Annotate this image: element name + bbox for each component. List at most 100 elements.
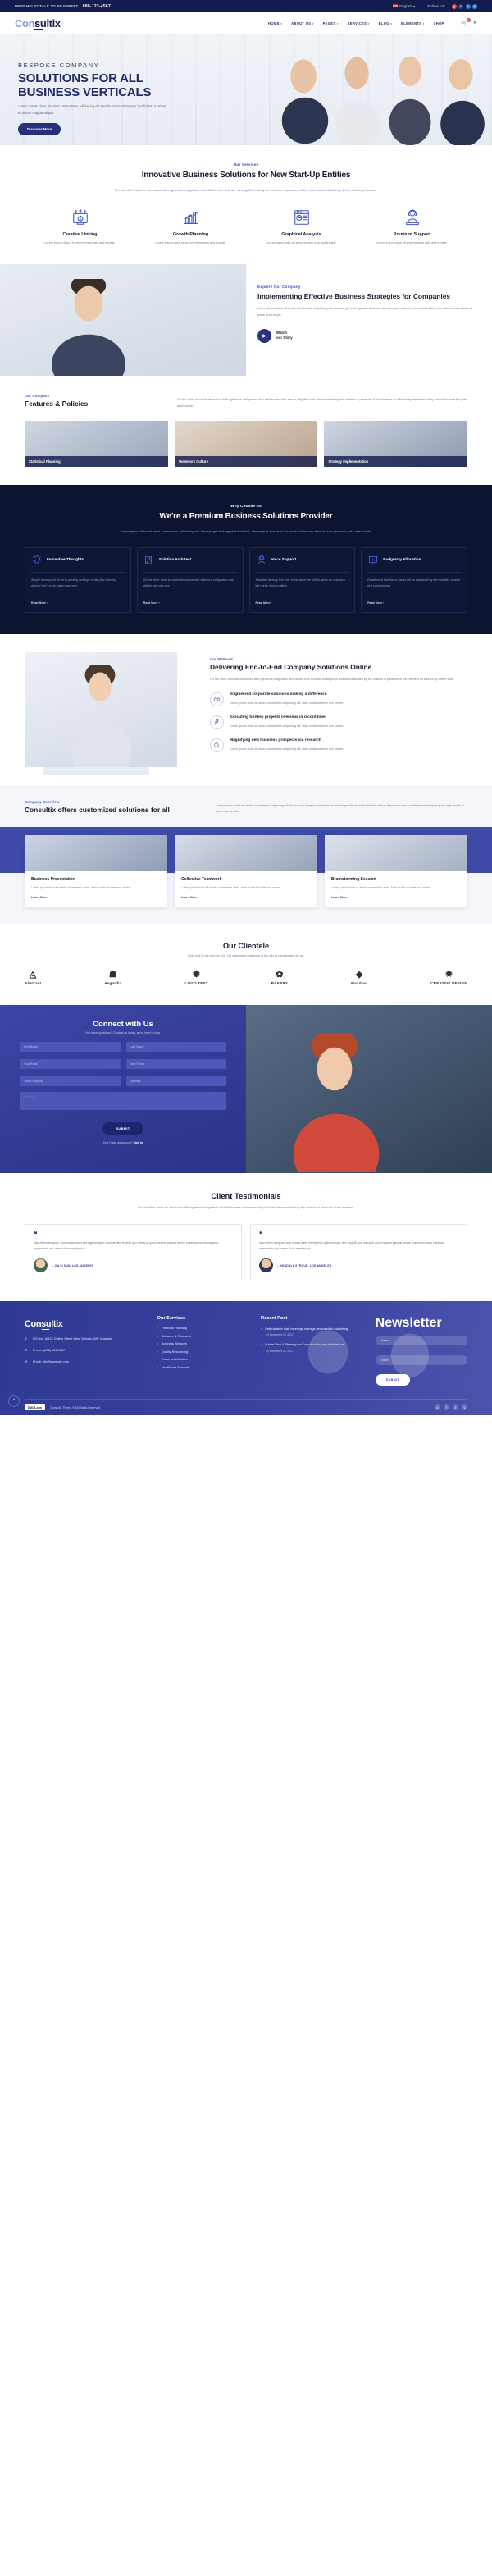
nav-item-home[interactable]: HOME <box>268 21 282 25</box>
footer-service-link[interactable]: Travel and Aviation <box>157 1358 249 1361</box>
newsletter-submit-button[interactable]: SUBMIT <box>375 1374 411 1386</box>
language-selector[interactable]: English ▾ <box>393 4 415 8</box>
footer-service-link[interactable]: Software & Research <box>157 1335 249 1338</box>
footer-service-link[interactable]: Quality Resourcing <box>157 1350 249 1354</box>
magnifier-icon <box>210 738 224 752</box>
client-logo[interactable]: ◆ Maxdino <box>351 970 368 985</box>
footer-phone[interactable]: ✆ Phone: (888) 123-4567 <box>25 1348 146 1354</box>
vimeo-icon[interactable]: v <box>472 3 477 9</box>
footer-socials: g f t v <box>435 1404 467 1411</box>
learn-more-link[interactable]: Learn More › <box>181 896 311 899</box>
overview-card[interactable]: Brainstorming Session Lorem ipsum dolor … <box>325 835 467 907</box>
cart-icon[interactable]: 🛒 0 <box>461 18 471 26</box>
client-logo-mark: ✺ <box>192 969 201 980</box>
avatar <box>259 1258 273 1273</box>
footer-service-link[interactable]: Healthcare Services <box>157 1366 249 1369</box>
dmca-badge[interactable]: DMCA.com <box>25 1404 46 1411</box>
watch-label-2: our Story <box>276 336 293 340</box>
why-card[interactable]: Solution Architect On the other hand we … <box>136 546 244 613</box>
why-card[interactable]: Budgetary Allocation Established fact th… <box>361 546 467 613</box>
company-input[interactable] <box>20 1076 121 1086</box>
why-card[interactable]: Voice Support Standard dummy text ever t… <box>248 546 356 613</box>
message-textarea[interactable] <box>20 1091 226 1110</box>
why-title: We're a Premium Business Solutions Provi… <box>159 511 333 521</box>
client-logo-name: Maxdino <box>351 980 368 985</box>
client-logo[interactable]: ✿ BAKERY <box>271 970 288 985</box>
footer-service-link[interactable]: Financial Planning <box>157 1327 249 1330</box>
phone-number[interactable]: 888-123-4567 <box>83 4 111 9</box>
footer-email[interactable]: ✉ Email: info@example.com <box>25 1359 146 1365</box>
overview-card-desc: Lorem ipsum dolor sit amet, consectetur … <box>331 886 432 890</box>
newsletter-name-input[interactable] <box>375 1336 467 1346</box>
facebook-icon[interactable]: f <box>444 1404 449 1411</box>
service-card[interactable]: Creative Linking Lorem ipsum dolor sit s… <box>25 207 135 246</box>
rocket-icon <box>210 715 224 729</box>
handshake-icon <box>210 692 224 706</box>
signin-link[interactable]: Sign In <box>134 1141 143 1144</box>
twitter-icon[interactable]: t <box>453 1404 458 1411</box>
overview-card[interactable]: Collective Teamwork Lorem ipsum dolor si… <box>175 835 317 907</box>
about-section: Explore Our Company Implementing Effecti… <box>0 264 492 377</box>
search-icon[interactable]: ⌕ <box>474 20 477 26</box>
learn-more-link[interactable]: Learn More › <box>331 896 461 899</box>
why-card-desc: Standard dummy text ever to the since th… <box>255 578 345 588</box>
nav-item-shop[interactable]: SHOP <box>434 21 444 25</box>
nav-item-services[interactable]: SERVICES <box>348 21 370 25</box>
back-to-top-button[interactable]: ^ <box>8 1395 20 1408</box>
footer-post-link[interactable]: Future Plan & Strategy for Consutruction… <box>261 1342 364 1347</box>
testimonials-title: Client Testimonials <box>211 1190 281 1200</box>
client-logo[interactable]: ◬ Abstract <box>25 970 41 985</box>
address-input[interactable] <box>125 1076 226 1086</box>
signin-line: Don't have an account? Sign In <box>103 1140 143 1144</box>
read-more-link[interactable]: Read More › <box>367 595 461 605</box>
service-card[interactable]: Premium Support Lorem ipsum dolor sit sm… <box>357 207 467 246</box>
flag-icon <box>393 4 399 7</box>
footer-service-link[interactable]: Business Services <box>157 1342 249 1345</box>
nav-item-blog[interactable]: BLOG <box>379 21 393 25</box>
learn-more-link[interactable]: Learn More › <box>31 896 161 899</box>
creative-linking-icon <box>31 207 129 228</box>
twitter-icon[interactable]: t <box>465 3 471 9</box>
play-icon[interactable]: ▶ <box>257 328 271 343</box>
footer-logo[interactable]: Consultix <box>25 1319 63 1331</box>
why-card-desc: Simply dummy text of the to printing and… <box>31 578 116 588</box>
client-logo[interactable]: ☗ Asgardia <box>104 970 121 985</box>
logo[interactable]: Consultix <box>15 17 61 30</box>
service-card[interactable]: Graphical Analysis Lorem ipsum dolor sit… <box>246 207 357 246</box>
nav-item-about[interactable]: ABOUT US <box>291 21 314 25</box>
clientele-section: Our Clientele Over half of the fortune 1… <box>0 924 492 1005</box>
email-input[interactable] <box>20 1058 121 1069</box>
why-choose-us-section: Why Choose Us We're a Premium Business S… <box>0 484 492 634</box>
contact-photo <box>246 1004 492 1173</box>
nav-item-pages[interactable]: PAGES <box>323 21 339 25</box>
read-more-link[interactable]: Read More › <box>31 595 125 605</box>
cart-badge: 0 <box>466 18 471 22</box>
feature-card[interactable]: Teamwork Culture <box>174 420 318 467</box>
g-plus-icon[interactable]: g <box>435 1404 440 1411</box>
method-item: Executing turnkey projects overseas in r… <box>210 715 467 729</box>
why-card[interactable]: Innovative Thoughts Simply dummy text of… <box>25 546 131 613</box>
newsletter-email-input[interactable] <box>375 1355 467 1366</box>
g-plus-icon[interactable]: g <box>451 3 457 9</box>
service-card[interactable]: Growth Planning Lorem ipsum dolor sit sm… <box>135 207 246 246</box>
client-logo[interactable]: ✺ LOGO TEXT <box>184 969 207 985</box>
premium-support-icon <box>363 207 461 228</box>
last-name-input[interactable] <box>125 1041 226 1052</box>
first-name-input[interactable] <box>20 1041 121 1052</box>
vimeo-icon[interactable]: v <box>462 1404 467 1411</box>
overview-card[interactable]: Business Presentation Lorem ipsum dolor … <box>25 835 167 907</box>
feature-card[interactable]: Statistical Planning <box>25 420 168 467</box>
read-more-link[interactable]: Read More › <box>143 595 237 605</box>
facebook-icon[interactable]: f <box>458 3 463 9</box>
footer-services-title: Our Services <box>157 1316 186 1322</box>
puzzle-icon <box>144 555 152 564</box>
phone-input[interactable] <box>125 1058 226 1069</box>
method-item: Magnifying new business prospects via re… <box>210 738 467 752</box>
contact-submit-button[interactable]: SUBMIT <box>102 1121 144 1135</box>
discover-more-button[interactable]: Discover More <box>18 122 61 135</box>
nav-item-elements[interactable]: ELEMENTS <box>401 21 424 25</box>
footer-post-link[interactable]: Participate in staff meetings manage ded… <box>261 1327 364 1331</box>
feature-card[interactable]: Strategy Implementation <box>324 420 468 467</box>
client-logo[interactable]: ✹ CREATIVE DESIGN <box>430 970 467 985</box>
read-more-link[interactable]: Read More › <box>255 595 349 605</box>
